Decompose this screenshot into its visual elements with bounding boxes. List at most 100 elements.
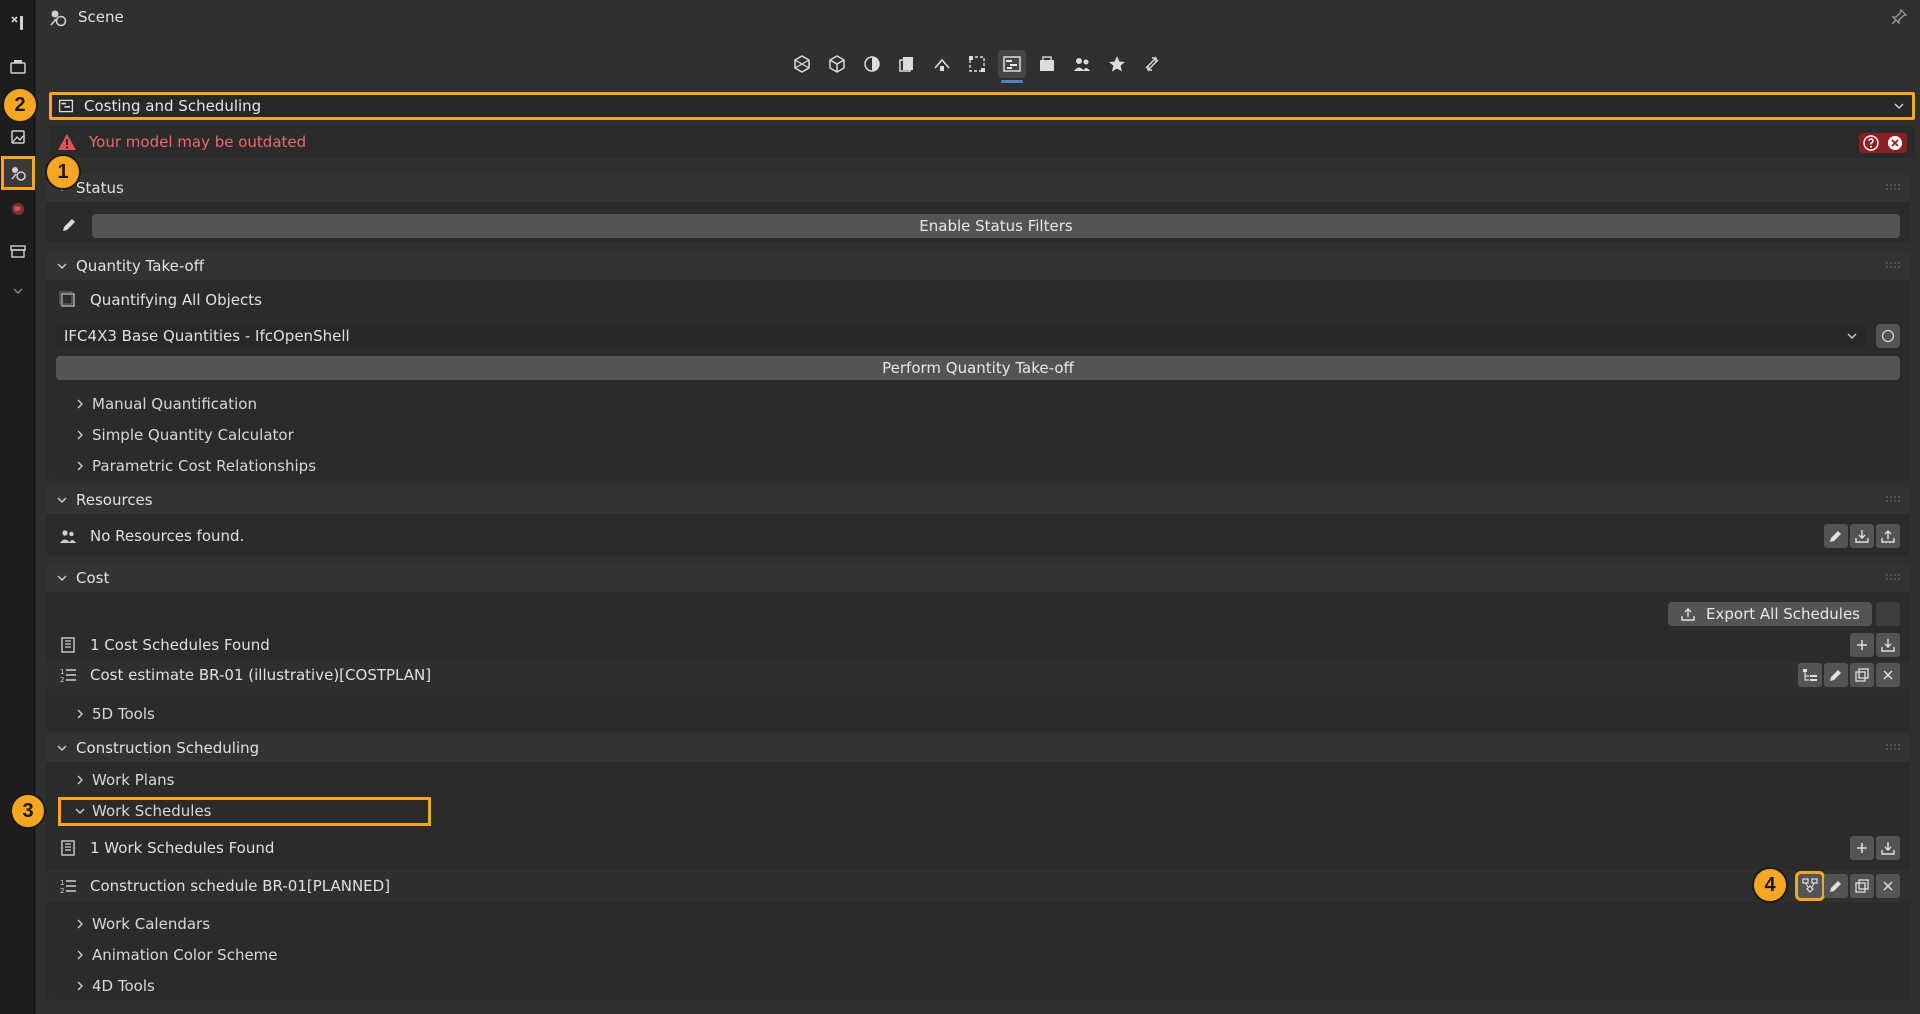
- import-resources-button[interactable]: [1850, 524, 1874, 548]
- export-all-schedules-label: Export All Schedules: [1706, 605, 1860, 623]
- cost-panel-header[interactable]: Cost: [46, 564, 1910, 592]
- structural-tab[interactable]: [963, 50, 991, 78]
- plus-icon: [1857, 640, 1867, 650]
- chevron-right-icon: [77, 709, 83, 719]
- dismiss-button[interactable]: [1883, 133, 1907, 153]
- drag-grip-icon[interactable]: [1886, 574, 1900, 580]
- edit-work-schedule-button[interactable]: [1824, 874, 1848, 898]
- delete-work-schedule-button[interactable]: [1876, 874, 1900, 898]
- delete-cost-schedule-button[interactable]: [1876, 663, 1900, 687]
- manual-quantification-subpanel[interactable]: Manual Quantification: [46, 390, 1910, 418]
- drawings-tab[interactable]: [893, 50, 921, 78]
- drag-grip-icon[interactable]: [1886, 744, 1900, 750]
- project-overview-tab[interactable]: [788, 50, 816, 78]
- properties-tab-strip: [0, 0, 35, 1014]
- work-schedule-name: Construction schedule BR-01[PLANNED]: [90, 877, 391, 895]
- world-tab-icon[interactable]: [3, 194, 33, 224]
- export-resources-button[interactable]: [1876, 524, 1900, 548]
- quality-control-tab[interactable]: [1068, 50, 1096, 78]
- enable-status-filters-button[interactable]: Enable Status Filters: [92, 214, 1900, 238]
- tab-mode-dropdown[interactable]: Costing and Scheduling: [49, 92, 1915, 120]
- download-icon: [1881, 639, 1895, 652]
- animation-color-scheme-subpanel[interactable]: Animation Color Scheme: [46, 941, 1910, 969]
- work-calendars-subpanel[interactable]: Work Calendars: [46, 910, 1910, 938]
- status-panel-header[interactable]: Status: [46, 174, 1910, 202]
- edit-resources-button[interactable]: [1824, 524, 1848, 548]
- pin-icon[interactable]: [1890, 8, 1908, 26]
- step-marker-1: 1: [45, 154, 81, 190]
- cost-schedule-name: Cost estimate BR-01 (illustrative)[COSTP…: [90, 666, 432, 684]
- structural-icon: [969, 56, 985, 72]
- work-schedule-list-actions: [1850, 836, 1900, 860]
- warning-text: Your model may be outdated: [89, 133, 307, 151]
- parametric-cost-relationships-subpanel[interactable]: Parametric Cost Relationships: [46, 452, 1910, 480]
- svg-text:2: 2: [60, 676, 64, 684]
- cost-schedule-items-button[interactable]: [1798, 663, 1822, 687]
- scheduling-panel-header[interactable]: Construction Scheduling: [46, 734, 1910, 762]
- task-network-icon: [1802, 878, 1818, 893]
- pencil-icon: [1830, 531, 1841, 542]
- object-information-tab[interactable]: [823, 50, 851, 78]
- services-tab[interactable]: [928, 50, 956, 78]
- editor-header: Scene: [36, 0, 1920, 36]
- upload-icon: [1681, 608, 1695, 621]
- duplicate-cost-schedule-button[interactable]: [1850, 663, 1874, 687]
- gantt-icon: [58, 99, 74, 113]
- add-cost-schedule-button[interactable]: [1850, 633, 1874, 657]
- resources-panel-title: Resources: [76, 491, 153, 509]
- drag-grip-icon[interactable]: [1886, 496, 1900, 502]
- outdated-warning: Your model may be outdated: [49, 126, 1915, 158]
- help-button[interactable]: [1859, 133, 1883, 153]
- work-plans-subpanel[interactable]: Work Plans: [46, 766, 1910, 794]
- drag-grip-icon[interactable]: [1886, 262, 1900, 268]
- render-tab-icon[interactable]: [3, 52, 33, 82]
- import-work-schedule-button[interactable]: [1876, 836, 1900, 860]
- simple-quantity-calculator-subpanel[interactable]: Simple Quantity Calculator: [46, 421, 1910, 449]
- export-format-button[interactable]: [1876, 602, 1900, 626]
- duplicate-work-schedule-button[interactable]: [1850, 874, 1874, 898]
- chevron-right-icon: [77, 981, 83, 991]
- cost-schedule-item[interactable]: 12 Cost estimate BR-01 (illustrative)[CO…: [46, 661, 1910, 689]
- manual-quantification-label: Manual Quantification: [92, 395, 257, 413]
- exchange-icon: [1145, 57, 1159, 71]
- svg-text:2: 2: [60, 887, 64, 895]
- costing-scheduling-tab[interactable]: [998, 50, 1026, 83]
- export-all-schedules-button[interactable]: Export All Schedules: [1668, 602, 1872, 626]
- 4d-tools-subpanel[interactable]: 4D Tools: [46, 972, 1910, 1000]
- quantifying-row: Quantifying All Objects: [46, 286, 1910, 314]
- edit-schedule-tasks-button[interactable]: [1795, 871, 1825, 901]
- perform-qto-button[interactable]: Perform Quantity Take-off: [56, 356, 1900, 380]
- import-cost-schedule-button[interactable]: [1876, 633, 1900, 657]
- cost-schedules-found-row: 1 Cost Schedules Found: [46, 631, 1910, 659]
- chevron-down-icon: [57, 497, 67, 503]
- tool-tab-icon[interactable]: [3, 8, 33, 38]
- project-icon: [794, 55, 810, 73]
- qto-panel-title: Quantity Take-off: [76, 257, 205, 275]
- qto-panel-header[interactable]: Quantity Take-off: [46, 252, 1910, 280]
- qto-rule-dropdown[interactable]: IFC4X3 Base Quantities - IfcOpenShell: [56, 324, 1866, 348]
- 5d-tools-subpanel[interactable]: 5D Tools: [46, 700, 1910, 728]
- output-tab-icon[interactable]: [3, 122, 33, 152]
- facility-management-tab[interactable]: [1033, 50, 1061, 78]
- qto-options-button[interactable]: [1876, 324, 1900, 348]
- cost-schedules-found-text: 1 Cost Schedules Found: [90, 636, 270, 654]
- geometry-tab[interactable]: [858, 50, 886, 78]
- chevron-right-icon: [77, 430, 83, 440]
- book-icon: [61, 637, 75, 653]
- resources-actions: [1824, 524, 1900, 548]
- warning-actions: [1859, 133, 1907, 153]
- edit-cost-schedule-button[interactable]: [1824, 663, 1848, 687]
- close-icon: [1883, 881, 1893, 891]
- drag-grip-icon[interactable]: [1886, 184, 1900, 190]
- exchange-tab[interactable]: [1138, 50, 1166, 78]
- resources-panel-header[interactable]: Resources: [46, 486, 1910, 514]
- tab-overflow-chevron-icon[interactable]: [3, 276, 33, 306]
- add-work-schedule-button[interactable]: [1850, 836, 1874, 860]
- warning-icon: [58, 134, 76, 150]
- favourites-tab[interactable]: [1103, 50, 1131, 78]
- work-schedule-item[interactable]: 12 Construction schedule BR-01[PLANNED]: [46, 870, 1910, 902]
- quantity-takeoff-panel: Quantity Take-off Quantifying All Object…: [46, 252, 1910, 480]
- select-box-icon: [59, 291, 75, 307]
- collection-tab-icon[interactable]: [3, 236, 33, 266]
- properties-editor: Scene Costing and Scheduling Your model …: [36, 0, 1920, 1014]
